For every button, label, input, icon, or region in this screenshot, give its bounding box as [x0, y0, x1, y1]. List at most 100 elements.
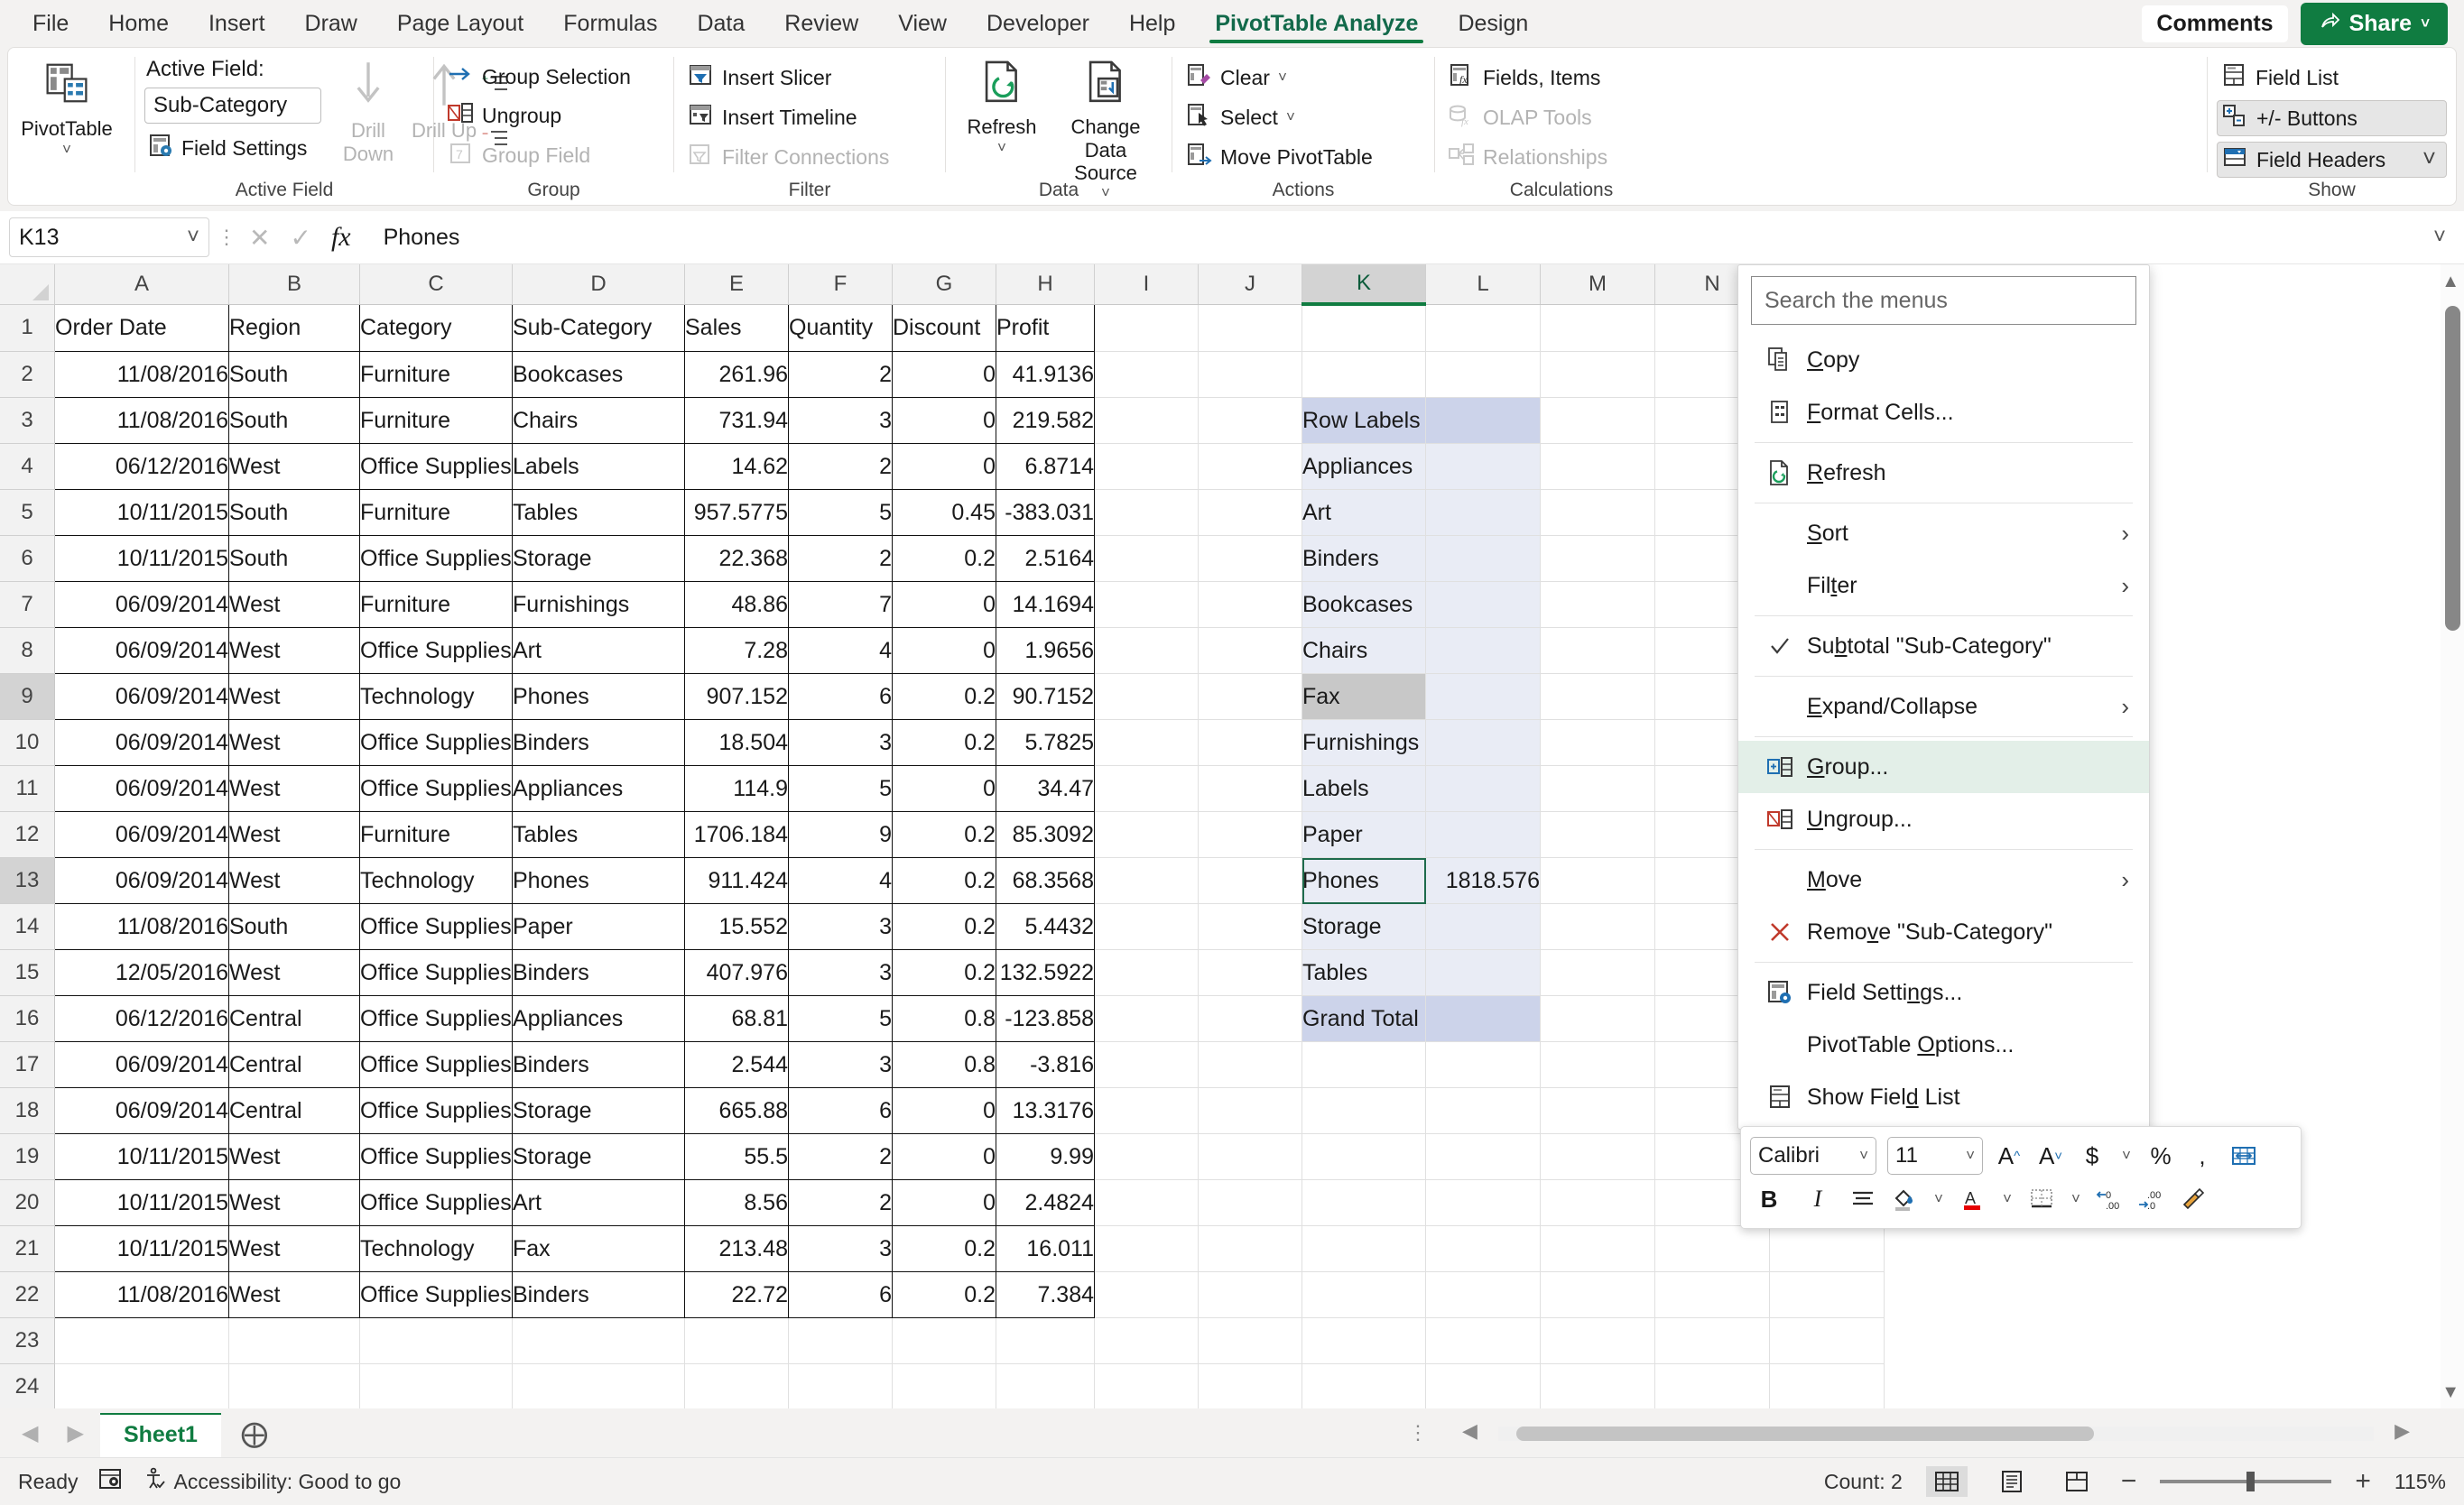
cell-D12[interactable]: Tables: [512, 811, 685, 858]
cell-A4[interactable]: 06/12/2016: [54, 443, 229, 490]
chevron-down-icon[interactable]: ˅: [2068, 1181, 2084, 1217]
cell-B4[interactable]: West: [228, 443, 360, 490]
cell-L21[interactable]: [1425, 1225, 1541, 1272]
tab-home[interactable]: Home: [88, 0, 189, 47]
cell-D2[interactable]: Bookcases: [512, 351, 685, 398]
field-headers-toggle[interactable]: Field Headers: [2217, 142, 2447, 178]
cell-M12[interactable]: [1540, 811, 1655, 858]
formula-bar-handle[interactable]: ⋮: [217, 226, 236, 249]
cell-H12[interactable]: 85.3092: [996, 811, 1095, 858]
menu-item-filter[interactable]: Filter ›: [1738, 559, 2149, 612]
cell-F24[interactable]: [788, 1363, 893, 1408]
font-size-select[interactable]: 11 ˅: [1887, 1137, 1983, 1175]
cell-M7[interactable]: [1540, 581, 1655, 628]
cell-J9[interactable]: [1198, 673, 1302, 720]
cell-H22[interactable]: 7.384: [996, 1271, 1095, 1318]
cell-D11[interactable]: Appliances: [512, 765, 685, 812]
cell-J6[interactable]: [1198, 535, 1302, 582]
tab-review[interactable]: Review: [764, 0, 878, 47]
cell-G3[interactable]: 0: [892, 397, 996, 444]
cell-G17[interactable]: 0.8: [892, 1041, 996, 1088]
cell-H8[interactable]: 1.9656: [996, 627, 1095, 674]
cell-I11[interactable]: [1094, 765, 1199, 812]
cell-C1[interactable]: Category: [359, 303, 513, 352]
column-header-m[interactable]: M: [1540, 264, 1655, 305]
tab-data[interactable]: Data: [677, 0, 764, 47]
menu-item-group[interactable]: Group...: [1738, 741, 2149, 793]
cell-G9[interactable]: 0.2: [892, 673, 996, 720]
cell-I22[interactable]: [1094, 1271, 1199, 1318]
row-header-23[interactable]: 23: [0, 1317, 55, 1364]
cell-M11[interactable]: [1540, 765, 1655, 812]
cell-E14[interactable]: 15.552: [684, 903, 789, 950]
cell-J16[interactable]: [1198, 995, 1302, 1042]
cell-H23[interactable]: [996, 1317, 1095, 1364]
cell-F13[interactable]: 4: [788, 857, 893, 904]
cell-L9[interactable]: [1425, 673, 1541, 720]
cell-K6[interactable]: Binders: [1301, 535, 1426, 582]
cell-K14[interactable]: Storage: [1301, 903, 1426, 950]
cell-A18[interactable]: 06/09/2014: [54, 1087, 229, 1134]
scroll-left-icon[interactable]: ◀: [1462, 1419, 1477, 1443]
comments-button[interactable]: Comments: [2142, 5, 2288, 42]
field-settings-button[interactable]: Field Settings: [144, 124, 321, 165]
cell-K21[interactable]: [1301, 1225, 1426, 1272]
currency-icon[interactable]: $: [2077, 1138, 2107, 1174]
scroll-down-icon[interactable]: ▼: [2441, 1382, 2459, 1403]
cell-D7[interactable]: Furnishings: [512, 581, 685, 628]
cell-D8[interactable]: Art: [512, 627, 685, 674]
cell-D20[interactable]: Art: [512, 1179, 685, 1226]
cell-G22[interactable]: 0.2: [892, 1271, 996, 1318]
cell-G4[interactable]: 0: [892, 443, 996, 490]
cell-G7[interactable]: 0: [892, 581, 996, 628]
cell-J22[interactable]: [1198, 1271, 1302, 1318]
cell-F15[interactable]: 3: [788, 949, 893, 996]
ungroup-button[interactable]: Ungroup: [443, 98, 664, 133]
active-field-input[interactable]: Sub-Category: [144, 88, 321, 124]
cell-G16[interactable]: 0.8: [892, 995, 996, 1042]
row-header-1[interactable]: 1: [0, 304, 55, 352]
column-header-k[interactable]: K: [1301, 264, 1426, 306]
cell-L2[interactable]: [1425, 351, 1541, 398]
cell-B21[interactable]: West: [228, 1225, 360, 1272]
normal-view-button[interactable]: [1925, 1466, 1968, 1497]
row-header-17[interactable]: 17: [0, 1041, 55, 1088]
cell-C19[interactable]: Office Supplies: [359, 1133, 513, 1180]
cell-I10[interactable]: [1094, 719, 1199, 766]
menu-item-show-field-list[interactable]: Show Field List: [1738, 1071, 2149, 1123]
cell-A17[interactable]: 06/09/2014: [54, 1041, 229, 1088]
cell-C24[interactable]: [359, 1363, 513, 1408]
chevron-down-icon[interactable]: ˅: [62, 141, 71, 159]
move-pivottable-button[interactable]: Move PivotTable: [1181, 140, 1425, 174]
align-icon[interactable]: [1848, 1181, 1878, 1217]
cell-D23[interactable]: [512, 1317, 685, 1364]
cell-F16[interactable]: 5: [788, 995, 893, 1042]
fields-items-sets-button[interactable]: fx Fields, Items: [1444, 60, 1679, 95]
cell-D9[interactable]: Phones: [512, 673, 685, 720]
row-header-15[interactable]: 15: [0, 949, 55, 996]
cell-D21[interactable]: Fax: [512, 1225, 685, 1272]
cell-F7[interactable]: 7: [788, 581, 893, 628]
cell-F11[interactable]: 5: [788, 765, 893, 812]
chevron-down-icon[interactable]: ˅: [1966, 1147, 1975, 1165]
cell-L5[interactable]: [1425, 489, 1541, 536]
cell-M9[interactable]: [1540, 673, 1655, 720]
cell-I1[interactable]: [1094, 304, 1199, 352]
cell-A6[interactable]: 10/11/2015: [54, 535, 229, 582]
cell-B9[interactable]: West: [228, 673, 360, 720]
cell-I23[interactable]: [1094, 1317, 1199, 1364]
bold-icon[interactable]: B: [1750, 1181, 1788, 1217]
cell-B18[interactable]: Central: [228, 1087, 360, 1134]
chevron-down-icon[interactable]: ˅: [1278, 69, 1287, 87]
cell-F14[interactable]: 3: [788, 903, 893, 950]
cell-O22[interactable]: [1769, 1271, 1885, 1318]
add-sheet-button[interactable]: ⨁: [225, 1418, 284, 1457]
cell-B11[interactable]: West: [228, 765, 360, 812]
cell-M6[interactable]: [1540, 535, 1655, 582]
shrink-font-icon[interactable]: A ˅: [2035, 1138, 2066, 1174]
cell-B20[interactable]: West: [228, 1179, 360, 1226]
cell-K11[interactable]: Labels: [1301, 765, 1426, 812]
insert-slicer-button[interactable]: Insert Slicer: [683, 60, 936, 95]
cell-A1[interactable]: Order Date: [54, 303, 229, 352]
cell-L3[interactable]: [1425, 397, 1541, 444]
